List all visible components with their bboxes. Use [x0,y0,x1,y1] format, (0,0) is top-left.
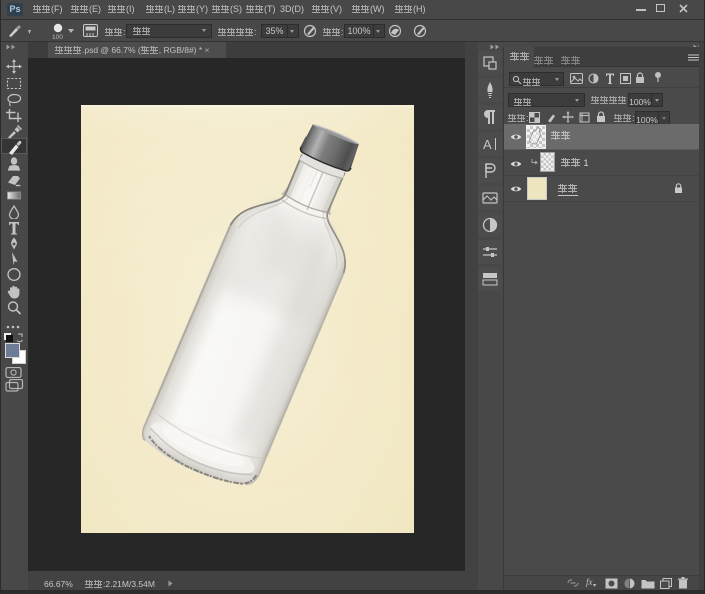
svg-text:A: A [483,137,492,152]
svg-text:100: 100 [52,34,63,40]
